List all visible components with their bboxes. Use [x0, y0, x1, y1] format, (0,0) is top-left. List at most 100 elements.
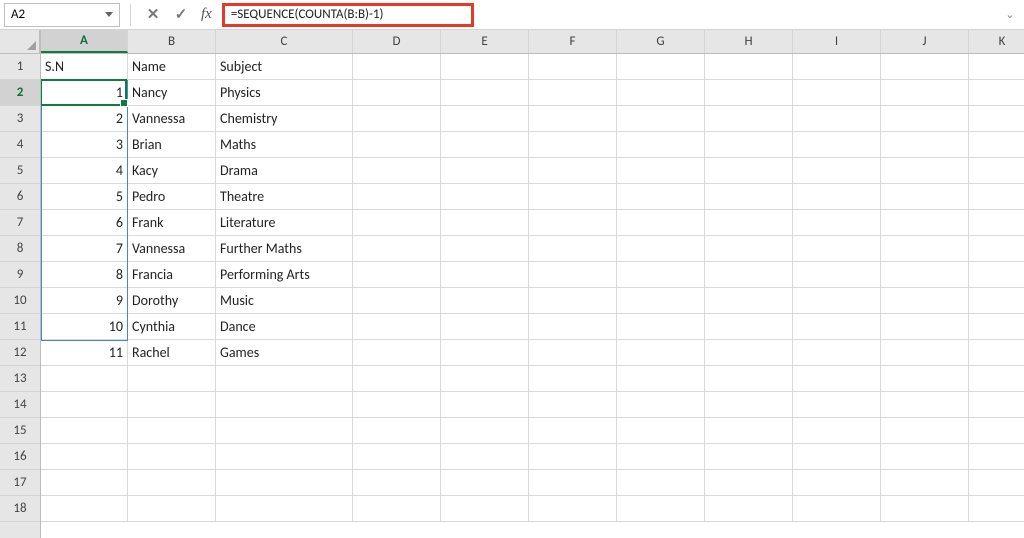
cell[interactable]	[881, 158, 969, 184]
cell[interactable]	[617, 210, 705, 236]
cell[interactable]	[793, 418, 881, 444]
cell[interactable]	[617, 392, 705, 418]
cell[interactable]: Drama	[216, 158, 353, 184]
cell[interactable]	[881, 132, 969, 158]
cell[interactable]	[617, 470, 705, 496]
cell[interactable]	[128, 470, 216, 496]
cell[interactable]	[617, 158, 705, 184]
cell[interactable]	[793, 314, 881, 340]
cell[interactable]	[441, 288, 529, 314]
cell[interactable]	[353, 314, 441, 340]
cell[interactable]	[969, 80, 1024, 106]
cell[interactable]	[529, 340, 617, 366]
cell[interactable]: 5	[41, 184, 128, 210]
cell[interactable]	[617, 106, 705, 132]
col-header-i[interactable]: I	[793, 30, 881, 53]
cell[interactable]	[881, 184, 969, 210]
cell[interactable]	[353, 158, 441, 184]
cell[interactable]: Maths	[216, 132, 353, 158]
cell[interactable]	[705, 158, 793, 184]
cell[interactable]	[529, 80, 617, 106]
cell[interactable]: 11	[41, 340, 128, 366]
cell[interactable]: 4	[41, 158, 128, 184]
cell[interactable]: Chemistry	[216, 106, 353, 132]
cell[interactable]	[441, 418, 529, 444]
cell[interactable]	[216, 366, 353, 392]
cell[interactable]	[705, 366, 793, 392]
cell[interactable]	[617, 366, 705, 392]
cell[interactable]	[128, 444, 216, 470]
cell[interactable]	[441, 314, 529, 340]
cell[interactable]	[793, 262, 881, 288]
cell[interactable]	[705, 392, 793, 418]
col-header-b[interactable]: B	[128, 30, 216, 53]
row-header-3[interactable]: 3	[0, 106, 40, 132]
cell[interactable]	[441, 340, 529, 366]
cell[interactable]	[881, 288, 969, 314]
name-box[interactable]: A2	[4, 3, 120, 27]
cell[interactable]	[969, 392, 1024, 418]
cell[interactable]: 2	[41, 106, 128, 132]
row-header-1[interactable]: 1	[0, 54, 40, 80]
row-header-16[interactable]: 16	[0, 444, 40, 470]
row-header-15[interactable]: 15	[0, 418, 40, 444]
cell[interactable]: Dorothy	[128, 288, 216, 314]
cell[interactable]	[969, 314, 1024, 340]
row-header-8[interactable]: 8	[0, 236, 40, 262]
col-header-f[interactable]: F	[529, 30, 617, 53]
col-header-c[interactable]: C	[216, 30, 353, 53]
cell[interactable]	[353, 80, 441, 106]
cell[interactable]	[529, 314, 617, 340]
cell[interactable]	[353, 288, 441, 314]
row-header-11[interactable]: 11	[0, 314, 40, 340]
cell[interactable]: 6	[41, 210, 128, 236]
cell[interactable]	[529, 236, 617, 262]
row-header-5[interactable]: 5	[0, 158, 40, 184]
cell[interactable]	[793, 496, 881, 522]
cell[interactable]	[617, 184, 705, 210]
cell[interactable]	[529, 210, 617, 236]
cell[interactable]	[441, 444, 529, 470]
cell[interactable]	[41, 444, 128, 470]
cell[interactable]: Rachel	[128, 340, 216, 366]
cell[interactable]	[529, 106, 617, 132]
cell[interactable]	[216, 418, 353, 444]
cell[interactable]	[969, 496, 1024, 522]
cell[interactable]	[353, 54, 441, 80]
cell[interactable]	[128, 392, 216, 418]
cell[interactable]	[969, 366, 1024, 392]
row-header-7[interactable]: 7	[0, 210, 40, 236]
cell[interactable]	[617, 132, 705, 158]
cell[interactable]	[353, 262, 441, 288]
cancel-icon[interactable]: ✕	[141, 3, 165, 27]
cell[interactable]	[793, 80, 881, 106]
cell[interactable]	[969, 210, 1024, 236]
cell[interactable]	[881, 54, 969, 80]
cell[interactable]	[705, 262, 793, 288]
cell[interactable]	[128, 496, 216, 522]
cell[interactable]	[617, 54, 705, 80]
cell[interactable]	[881, 314, 969, 340]
cell[interactable]: Cynthia	[128, 314, 216, 340]
cell[interactable]	[705, 210, 793, 236]
cell[interactable]	[441, 184, 529, 210]
cell[interactable]	[881, 470, 969, 496]
cell[interactable]	[617, 418, 705, 444]
cell[interactable]	[353, 418, 441, 444]
cell[interactable]: 1	[41, 80, 128, 106]
cell[interactable]	[529, 262, 617, 288]
cell[interactable]	[969, 340, 1024, 366]
cell[interactable]	[529, 288, 617, 314]
cell[interactable]	[881, 262, 969, 288]
cell[interactable]	[529, 132, 617, 158]
cell[interactable]	[529, 158, 617, 184]
cell[interactable]: Performing Arts	[216, 262, 353, 288]
cell[interactable]	[128, 418, 216, 444]
cell[interactable]	[793, 132, 881, 158]
fx-icon[interactable]: fx	[197, 6, 216, 23]
cell[interactable]	[617, 496, 705, 522]
cell[interactable]	[529, 444, 617, 470]
cell[interactable]	[353, 184, 441, 210]
cell[interactable]	[529, 366, 617, 392]
cell[interactable]	[441, 496, 529, 522]
